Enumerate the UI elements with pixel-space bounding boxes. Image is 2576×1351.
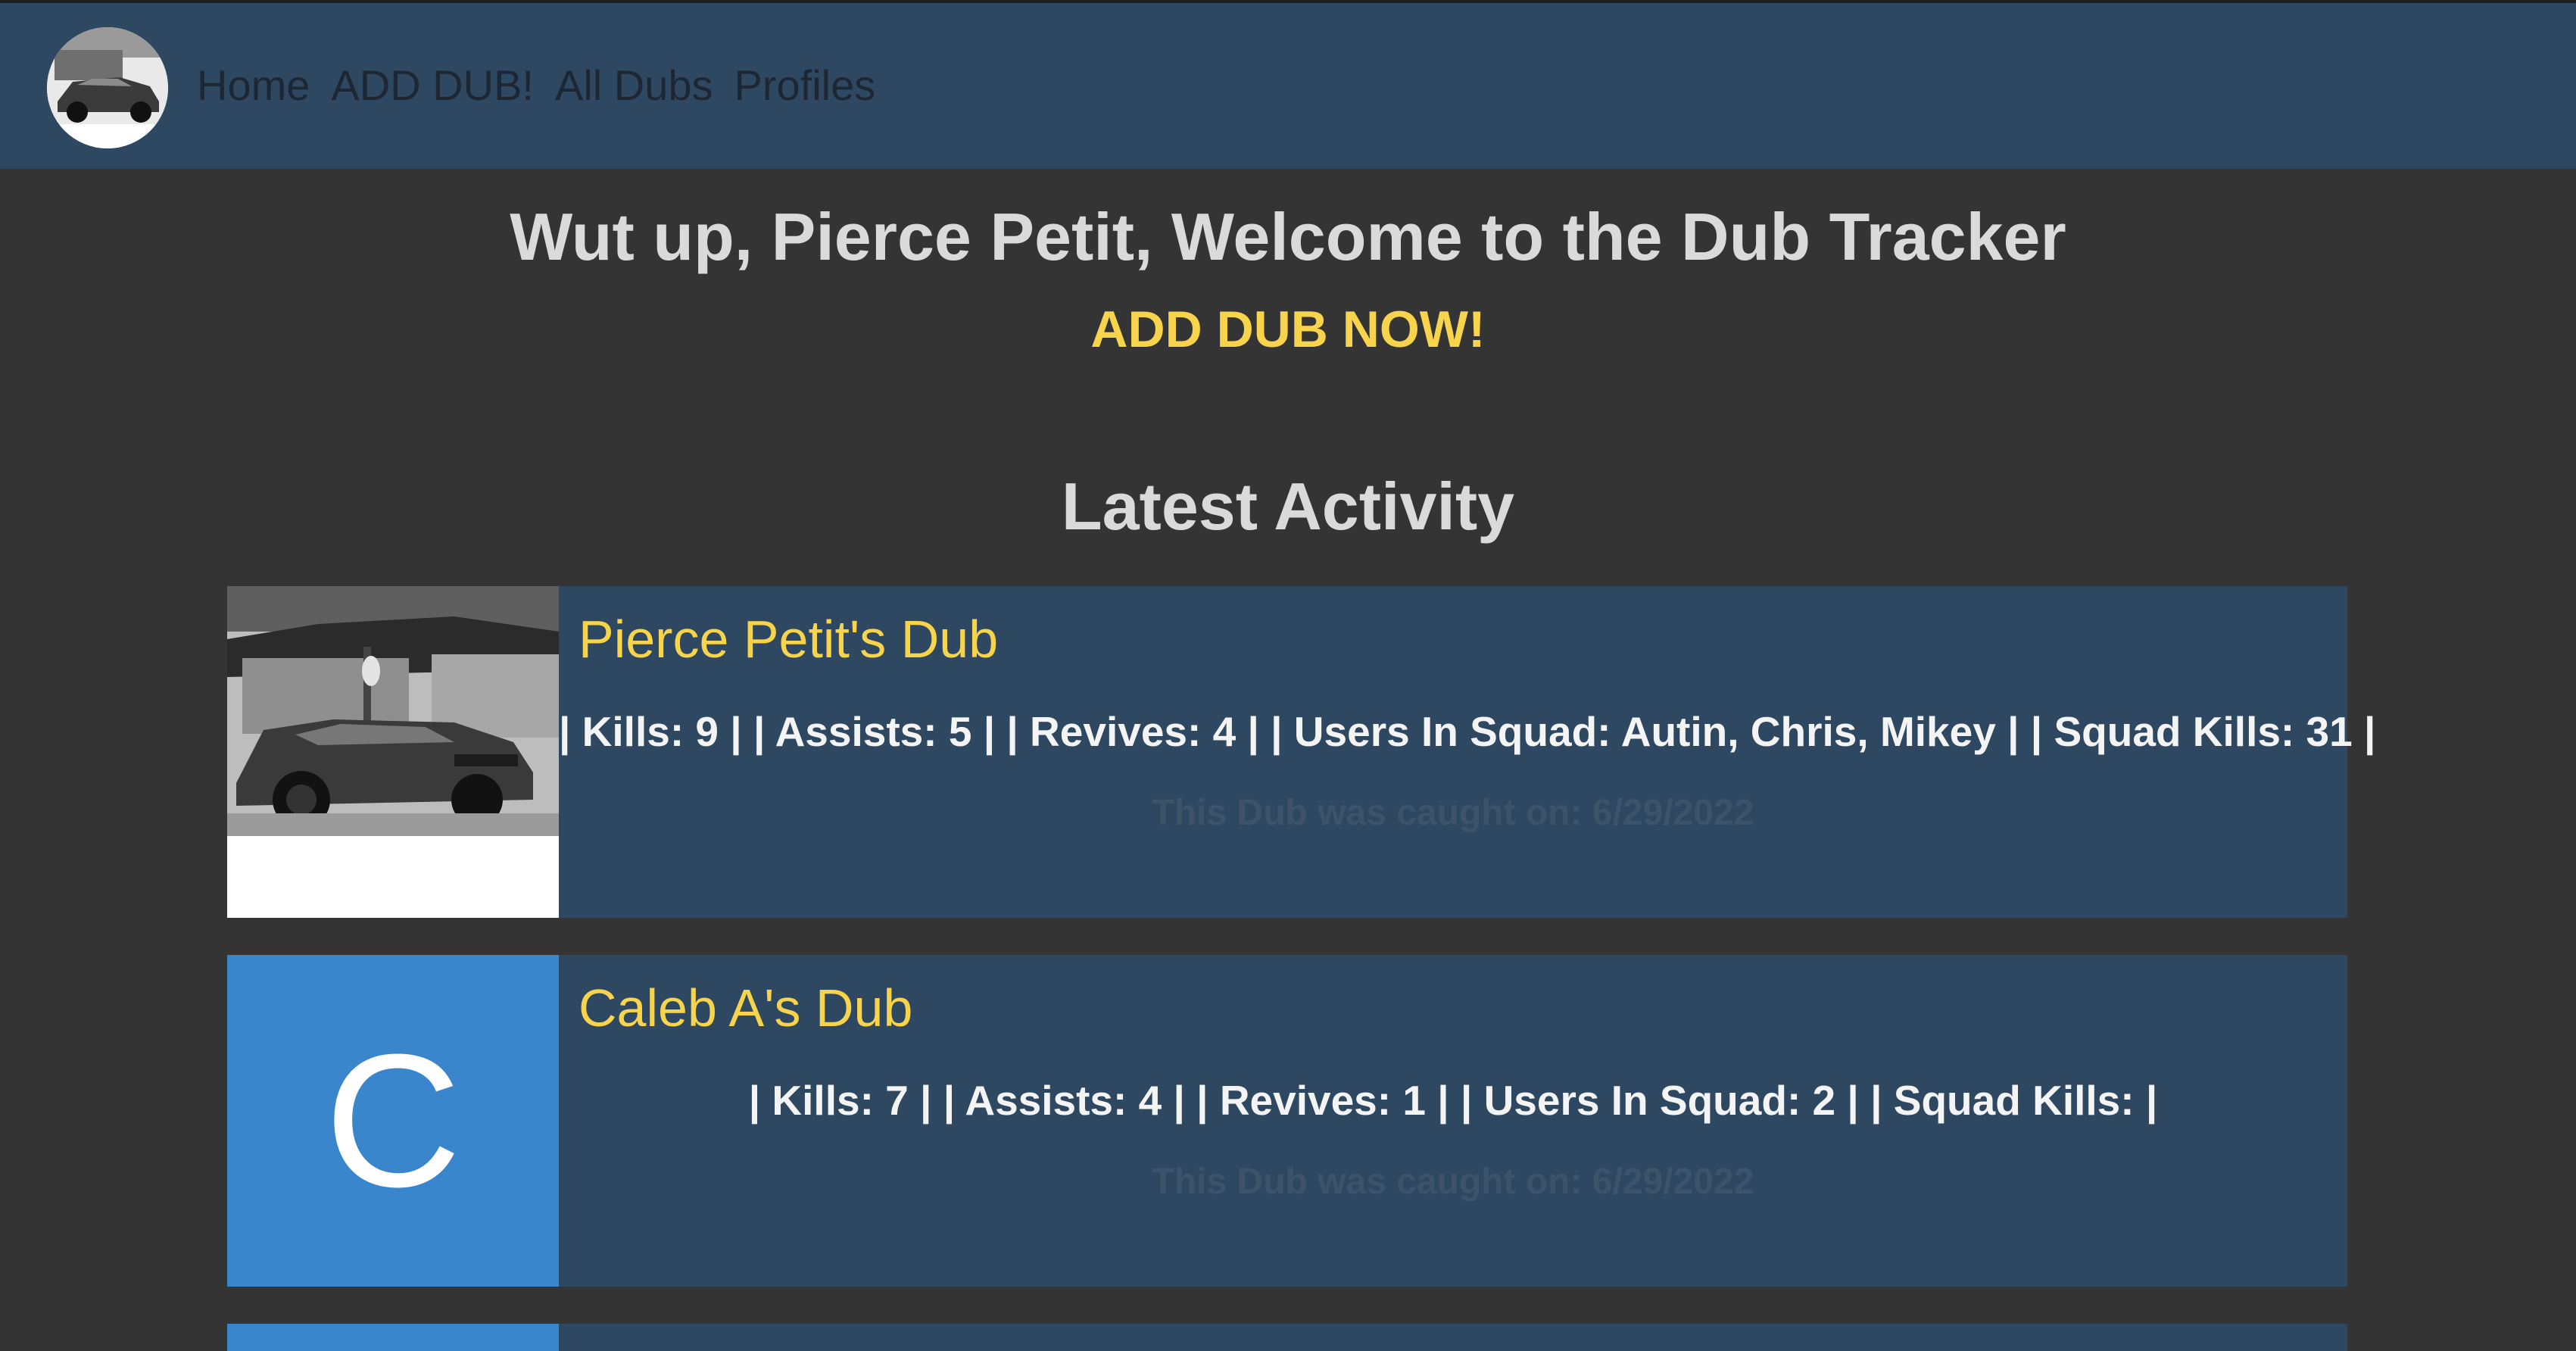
activity-card[interactable]: Pierce Petit's Dub | Kills: 9 | | Assist… [227, 586, 2376, 918]
dub-thumbnail [227, 586, 559, 918]
navbar: Home ADD DUB! All Dubs Profiles [0, 3, 2576, 169]
dub-title[interactable]: Caleb A's Dub [579, 978, 912, 1038]
dub-title[interactable]: Pierce Petit's Dub [579, 609, 998, 669]
car-avatar-icon [47, 27, 168, 148]
nav-link-add-dub[interactable]: ADD DUB! [331, 61, 534, 110]
welcome-heading: Wut up, Pierce Petit, Welcome to the Dub… [510, 199, 2066, 274]
nav-link-home[interactable]: Home [197, 61, 310, 110]
dub-date: This Dub was caught on: 6/29/2022 [1152, 1162, 1754, 1202]
user-letter-avatar: C [227, 955, 559, 1287]
latest-activity-heading: Latest Activity [1061, 469, 1515, 544]
user-letter-avatar [227, 1324, 559, 1351]
activity-card[interactable]: C Caleb A's Dub | Kills: 7 | | Assists: … [227, 955, 2347, 1287]
dub-stats: | Kills: 7 | | Assists: 4 | | Revives: 1… [748, 1077, 2158, 1124]
logo-avatar[interactable] [47, 27, 168, 148]
dub-date: This Dub was caught on: 6/29/2022 [1152, 793, 1754, 833]
car-photo-icon [227, 586, 559, 918]
add-dub-now-link[interactable]: ADD DUB NOW! [0, 300, 2576, 359]
main-nav: Home ADD DUB! All Dubs Profiles [197, 61, 875, 110]
activity-card-partial[interactable] [227, 1324, 2347, 1351]
dub-stats: | Kills: 9 | | Assists: 5 | | Revives: 4… [559, 708, 2376, 755]
nav-link-all-dubs[interactable]: All Dubs [555, 61, 713, 110]
nav-link-profiles[interactable]: Profiles [734, 61, 876, 110]
